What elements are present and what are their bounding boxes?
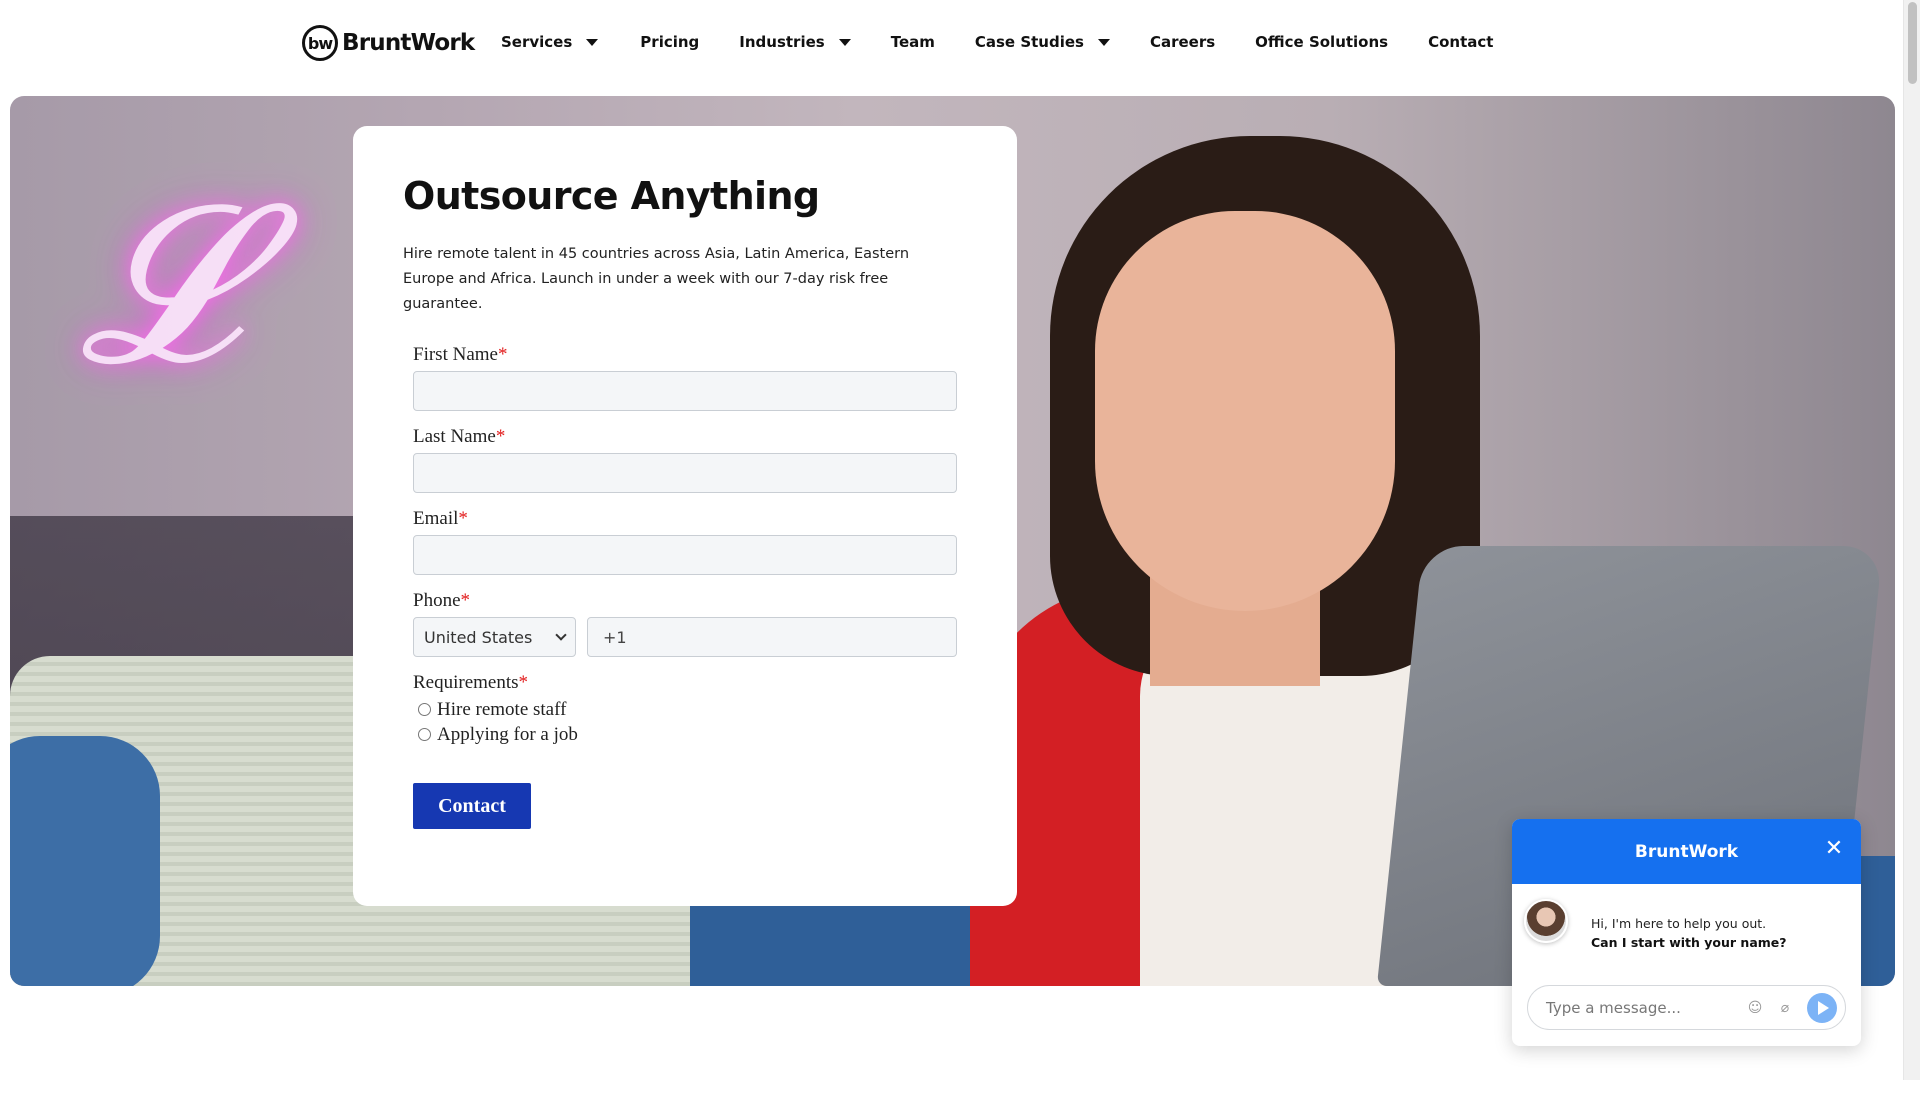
nav-label: Team <box>890 33 935 51</box>
chat-message-input[interactable]: Type a message... ☺ ⌀ <box>1527 985 1846 1030</box>
radio-label: Hire remote staff <box>437 698 567 720</box>
contact-form-card: Outsource Anything Hire remote talent in… <box>353 126 1017 906</box>
label-text: Requirements <box>413 672 519 693</box>
contact-form: First Name* Last Name* Email* Phone* Uni… <box>413 344 957 747</box>
radio-button[interactable] <box>418 703 431 716</box>
first-name-input[interactable] <box>413 371 957 411</box>
nav-item-case-studies[interactable]: Case Studies <box>975 33 1110 51</box>
first-name-field: First Name* <box>413 344 957 426</box>
hero-description: Hire remote talent in 45 countries acros… <box>403 246 910 312</box>
last-name-label: Last Name* <box>413 426 957 448</box>
nav-item-careers[interactable]: Careers <box>1150 33 1215 51</box>
first-name-label: First Name* <box>413 344 957 366</box>
radio-button[interactable] <box>418 728 431 741</box>
phone-input[interactable]: +1 <box>587 617 957 657</box>
chevron-down-icon <box>555 629 567 641</box>
chat-message-question: Can I start with your name? <box>1591 935 1787 950</box>
send-icon <box>1818 1000 1829 1015</box>
nav-item-pricing[interactable]: Pricing <box>640 33 699 51</box>
hero-person-face <box>1095 211 1395 611</box>
bruntwork-logo[interactable]: bw BruntWork <box>302 24 475 62</box>
nav-item-contact[interactable]: Contact <box>1428 33 1493 51</box>
caret-down-icon <box>838 38 851 46</box>
last-name-input[interactable] <box>413 453 957 493</box>
phone-row: United States +1 <box>413 617 957 657</box>
nav-item-industries[interactable]: Industries <box>739 33 851 51</box>
required-mark: * <box>497 344 508 365</box>
logo-mark-icon: bw <box>302 25 338 61</box>
nav-label: Industries <box>739 33 825 51</box>
radio-label: Applying for a job <box>437 723 578 745</box>
hero-title: Outsource Anything <box>403 174 820 218</box>
nav-label: Contact <box>1428 33 1494 51</box>
label-text: Phone <box>413 590 461 611</box>
chat-header: BruntWork ✕ <box>1512 819 1861 884</box>
chat-input-placeholder: Type a message... <box>1546 998 1681 1017</box>
caret-down-icon <box>1097 38 1110 46</box>
label-text: Email <box>413 508 459 529</box>
agent-avatar <box>1524 899 1568 943</box>
nav-label: Pricing <box>640 33 700 51</box>
requirements-label: Requirements* <box>413 672 957 694</box>
chat-widget: BruntWork ✕ Hi, I'm here to help you out… <box>1512 819 1861 1046</box>
main-nav: Services Pricing Industries Team Case St… <box>501 30 1493 54</box>
email-input[interactable] <box>413 535 957 575</box>
close-icon[interactable]: ✕ <box>1823 838 1845 860</box>
requirement-option-hire[interactable]: Hire remote staff <box>418 697 957 722</box>
phone-label: Phone* <box>413 590 957 612</box>
hero-sofa-arm <box>10 736 160 986</box>
required-mark: * <box>458 508 468 529</box>
site-header: bw BruntWork Services Pricing Industries… <box>0 0 1903 86</box>
last-name-field: Last Name* <box>413 426 957 508</box>
requirement-option-job[interactable]: Applying for a job <box>418 722 957 747</box>
country-select-value: United States <box>424 627 533 647</box>
nav-label: Services <box>501 33 573 51</box>
send-button[interactable] <box>1807 992 1837 1023</box>
email-field: Email* <box>413 508 957 590</box>
required-mark: * <box>518 672 529 693</box>
nav-label: Careers <box>1149 33 1216 51</box>
required-mark: * <box>460 590 471 611</box>
chat-message: Hi, I'm here to help you out. <box>1591 916 1767 931</box>
emoji-icon[interactable]: ☺ <box>1747 1000 1763 1016</box>
requirements-field: Requirements* Hire remote staff Applying… <box>413 672 957 747</box>
nav-item-office-solutions[interactable]: Office Solutions <box>1255 33 1388 51</box>
caret-down-icon <box>586 38 599 46</box>
scrollbar-thumb[interactable] <box>1908 2 1917 84</box>
chat-body: Hi, I'm here to help you out. Can I star… <box>1512 884 1861 984</box>
contact-submit-button[interactable]: Contact <box>413 783 531 829</box>
logo-text: BruntWork <box>342 30 475 56</box>
nav-item-team[interactable]: Team <box>891 33 935 51</box>
nav-label: Office Solutions <box>1255 33 1389 51</box>
attachment-icon[interactable]: ⌀ <box>1777 1000 1793 1016</box>
chat-title: BruntWork <box>1634 841 1739 862</box>
phone-field: Phone* United States +1 <box>413 590 957 672</box>
page-scrollbar[interactable] <box>1903 0 1920 1080</box>
label-text: First Name <box>413 344 498 365</box>
country-select[interactable]: United States <box>413 617 576 657</box>
required-mark: * <box>495 426 506 447</box>
label-text: Last Name <box>413 426 496 447</box>
email-label: Email* <box>413 508 957 530</box>
next-section-heading-partial <box>650 1058 1270 1098</box>
neon-sign-graphic: 𝓛 <box>80 156 240 412</box>
nav-item-services[interactable]: Services <box>501 33 599 51</box>
phone-input-value: +1 <box>603 627 627 647</box>
nav-label: Case Studies <box>974 33 1084 51</box>
